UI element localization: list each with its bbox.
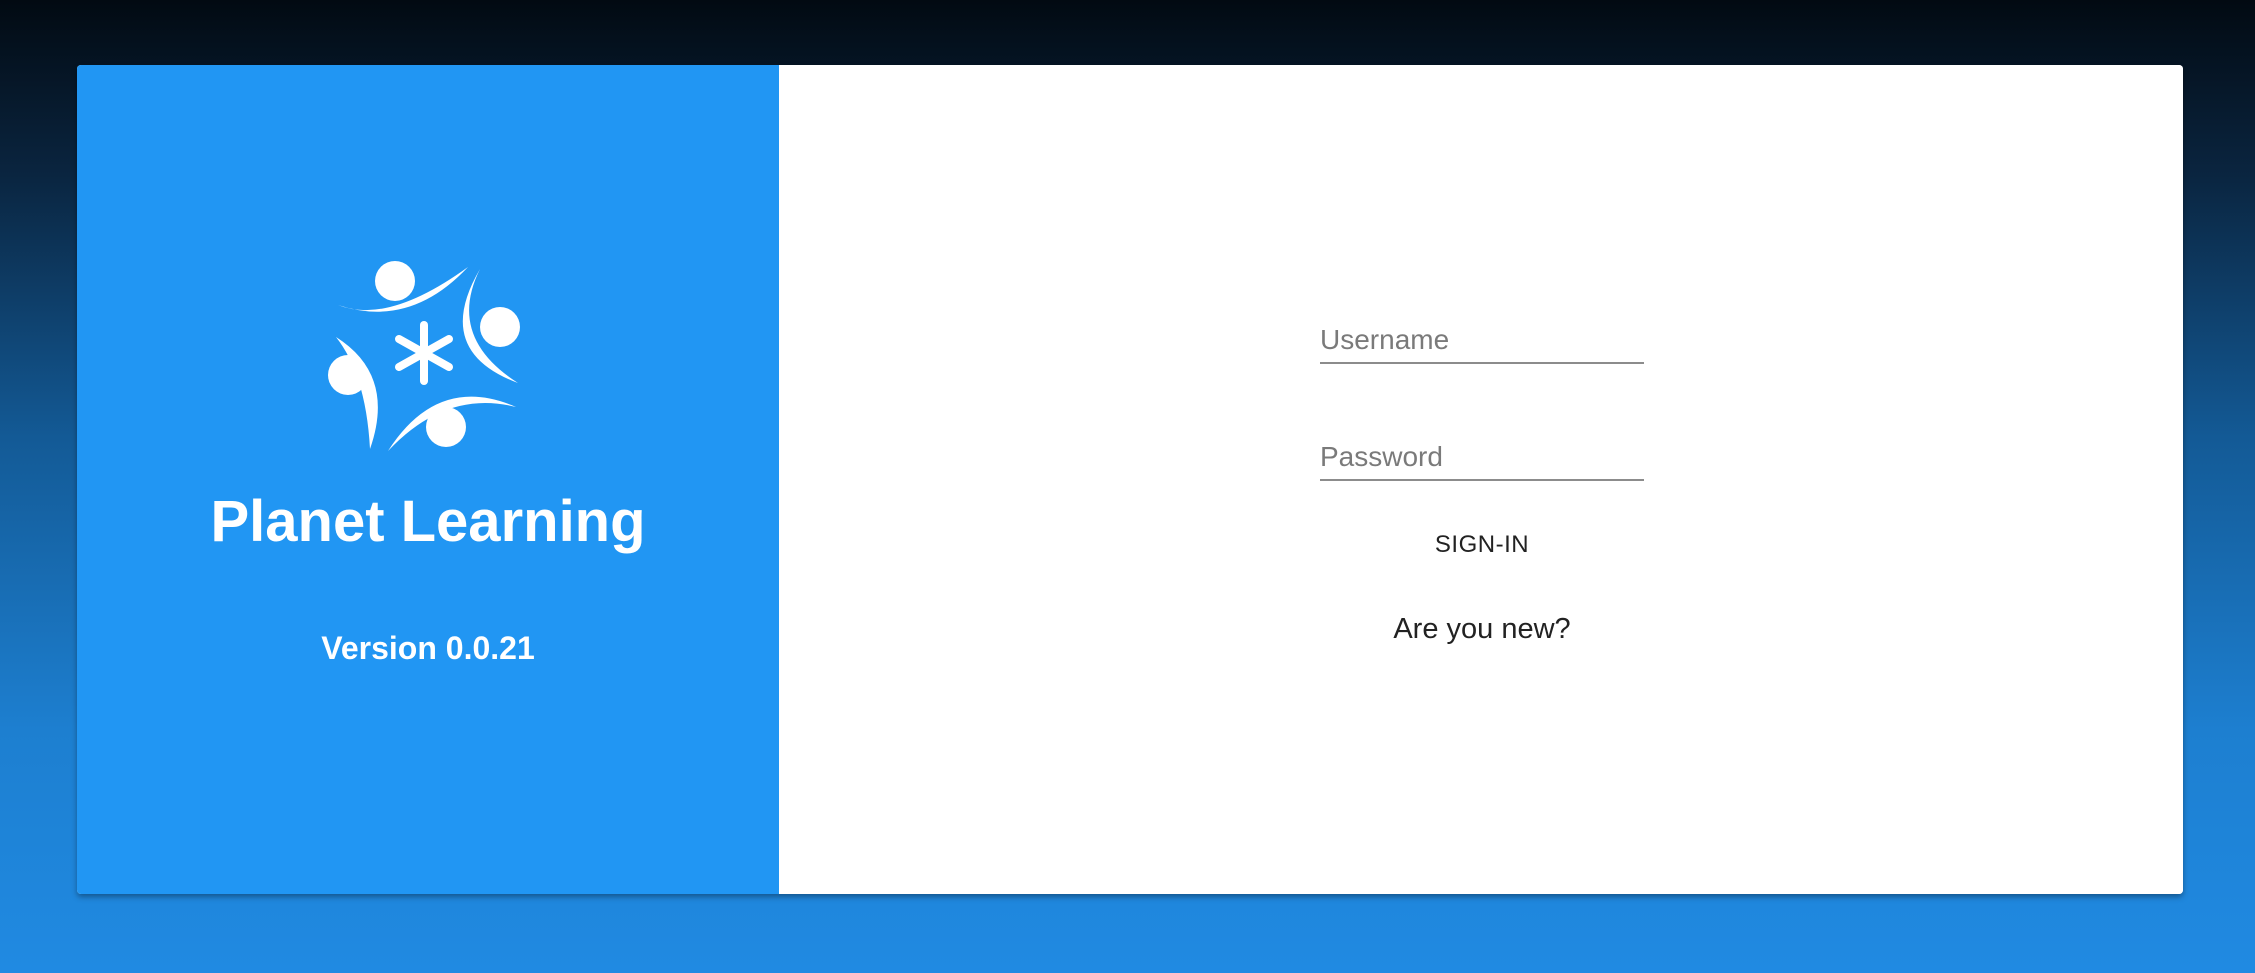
password-field	[1320, 435, 1644, 481]
signin-button[interactable]: SIGN-IN	[1402, 523, 1562, 567]
username-field	[1320, 318, 1644, 364]
app-title: Planet Learning	[210, 489, 646, 554]
login-card: Planet Learning Version 0.0.21 SIGN-IN A…	[77, 65, 2183, 894]
brand-panel: Planet Learning Version 0.0.21	[77, 65, 779, 894]
login-form-panel: SIGN-IN Are you new?	[779, 65, 2183, 894]
register-link[interactable]: Are you new?	[1332, 613, 1632, 646]
password-input[interactable]	[1320, 435, 1644, 479]
app-version: Version 0.0.21	[321, 630, 535, 666]
username-input[interactable]	[1320, 318, 1644, 362]
people-circle-asterisk-icon	[328, 261, 520, 451]
